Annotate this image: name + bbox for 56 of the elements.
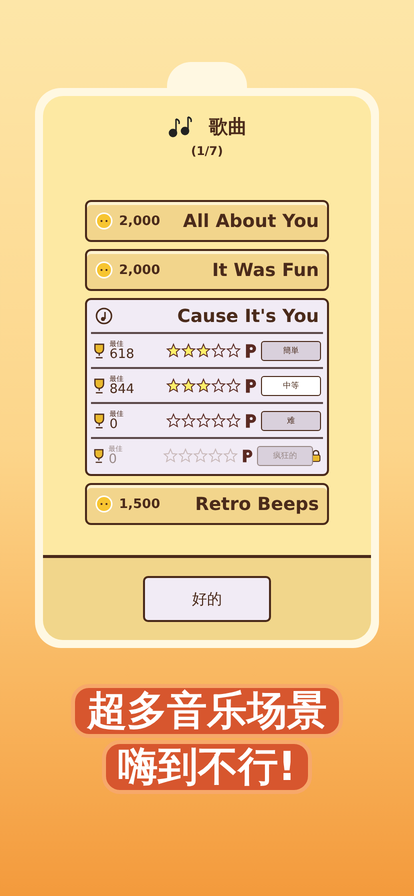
song-title: All About You	[183, 210, 319, 232]
difficulty-button[interactable]: 中等	[261, 376, 321, 396]
star-icon	[196, 378, 211, 393]
difficulty-button[interactable]: 簡単	[261, 340, 321, 360]
coin-face-icon	[95, 495, 113, 513]
song-row[interactable]: 2,000 It Was Fun	[85, 249, 329, 291]
song-row[interactable]: 2,000 All About You	[85, 200, 329, 242]
music-notes-icon	[167, 116, 195, 138]
star-icon	[196, 343, 211, 358]
star-icon	[180, 378, 196, 393]
trophy-icon	[93, 448, 105, 464]
star-icon	[226, 343, 241, 358]
song-title: It Was Fun	[212, 260, 319, 280]
page-counter: (1/7)	[190, 144, 224, 158]
coin-face-icon	[95, 261, 113, 279]
dialog-title: 歌曲	[209, 115, 247, 140]
p-icon	[242, 448, 254, 464]
song-price: 2,000	[119, 214, 160, 228]
star-icon	[166, 378, 181, 393]
star-icon	[192, 448, 208, 463]
star-icon	[178, 448, 193, 463]
trophy-icon	[93, 342, 106, 358]
star-icon	[208, 448, 223, 463]
music-note-icon	[95, 307, 113, 325]
star-icon	[166, 343, 181, 358]
best-score: 618	[109, 348, 136, 360]
star-icon	[226, 413, 241, 428]
star-icon	[196, 413, 211, 428]
star-icon	[162, 448, 178, 463]
difficulty-button[interactable]: 难	[261, 410, 321, 430]
star-icon	[222, 448, 238, 463]
coin-face-icon	[95, 212, 113, 230]
best-score: 844	[109, 382, 136, 396]
song-price: 2,000	[119, 262, 160, 278]
ok-button[interactable]: 好的	[143, 576, 271, 622]
star-icon	[210, 413, 226, 428]
song-price: 1,500	[119, 496, 160, 512]
star-icon	[180, 343, 196, 358]
song-title: Retro Beeps	[195, 494, 319, 514]
star-icon	[180, 413, 196, 428]
song-title: Cause It's You	[177, 306, 319, 326]
trophy-icon	[93, 378, 106, 394]
best-score: 0	[109, 418, 118, 430]
song-row[interactable]: 1,500 Retro Beeps	[85, 483, 329, 525]
trophy-icon	[93, 412, 106, 428]
star-icon	[210, 343, 226, 358]
star-icon	[166, 413, 181, 428]
p-icon	[244, 342, 258, 358]
star-icon	[226, 378, 241, 393]
star-icon	[210, 378, 226, 393]
padlock-icon	[311, 448, 321, 462]
p-icon	[244, 378, 258, 394]
best-score: 0	[108, 452, 118, 466]
banner-headline: 嗨到不行!	[102, 740, 312, 794]
banner-headline: 超多音乐场景	[71, 684, 343, 738]
p-icon	[244, 412, 258, 428]
